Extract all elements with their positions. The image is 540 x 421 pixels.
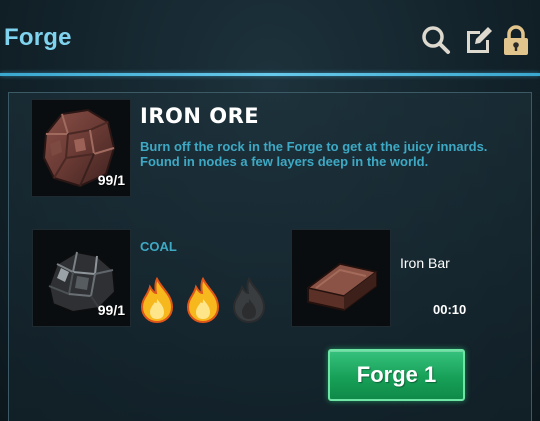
fuel-slot-coal[interactable]: 99/1 bbox=[32, 229, 131, 327]
forge-timer: 00:10 bbox=[433, 302, 467, 317]
forge-window: Forge 99/1 IRON ORE Burn off the rock in… bbox=[0, 0, 540, 421]
flame-icon-unlit bbox=[232, 277, 266, 323]
search-icon[interactable] bbox=[420, 24, 452, 56]
item-name: IRON ORE bbox=[140, 104, 260, 128]
output-slot-iron-bar[interactable] bbox=[291, 229, 391, 327]
forge-button[interactable]: Forge 1 bbox=[328, 349, 465, 401]
item-slot-iron-ore[interactable]: 99/1 bbox=[31, 99, 131, 197]
lock-icon[interactable] bbox=[500, 24, 532, 56]
header: Forge bbox=[0, 0, 540, 72]
fuel-count: 99/1 bbox=[97, 302, 125, 318]
flame-icon-lit bbox=[186, 277, 220, 323]
item-count: 99/1 bbox=[97, 172, 125, 188]
fuel-label: COAL bbox=[140, 239, 177, 254]
header-divider bbox=[0, 73, 540, 76]
window-title: Forge bbox=[4, 24, 72, 51]
iron-bar-icon bbox=[306, 262, 378, 312]
flame-icon-lit bbox=[140, 277, 174, 323]
item-description: Burn off the rock in the Forge to get at… bbox=[140, 139, 488, 169]
output-name: Iron Bar bbox=[400, 255, 450, 271]
edit-icon[interactable] bbox=[463, 24, 495, 56]
